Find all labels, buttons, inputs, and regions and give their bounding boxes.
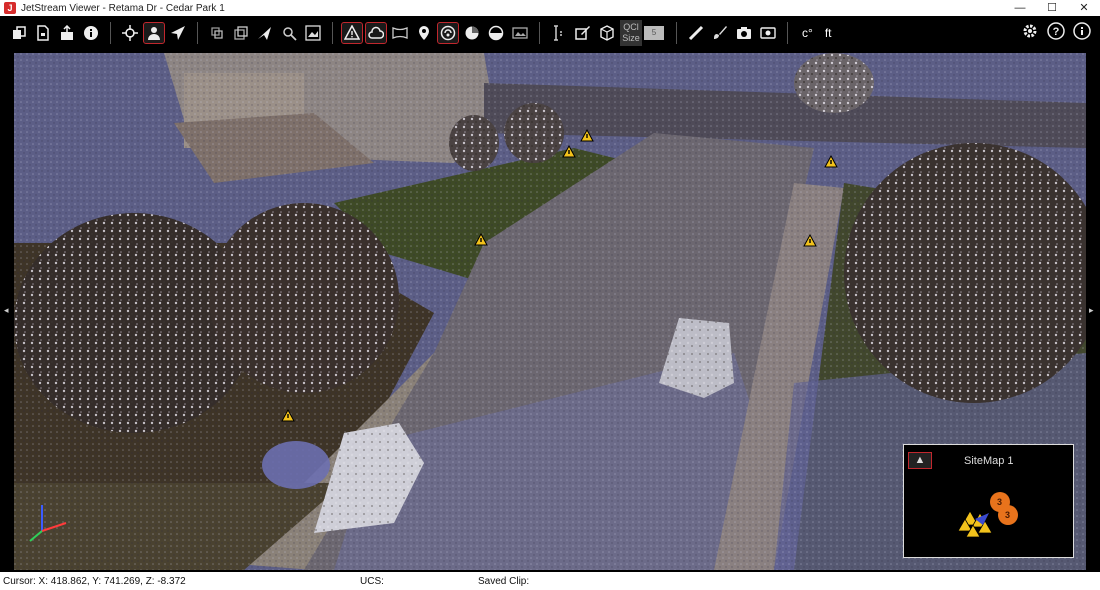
application-window: J JetStream Viewer - Retama Dr - Cedar P… xyxy=(0,0,1100,590)
toolbar-divider xyxy=(197,22,198,44)
scan-marker-icon[interactable] xyxy=(824,155,838,168)
sitemap-minimap xyxy=(957,492,1018,538)
scan-marker-icon[interactable] xyxy=(474,233,488,246)
person-view-icon[interactable] xyxy=(143,22,165,44)
cube-icon[interactable] xyxy=(596,22,618,44)
send-icon[interactable] xyxy=(167,22,189,44)
window-title: JetStream Viewer - Retama Dr - Cedar Par… xyxy=(21,2,225,14)
right-toolbar: ? xyxy=(1018,20,1096,42)
chart-icon[interactable] xyxy=(461,22,483,44)
camera-icon[interactable] xyxy=(733,22,755,44)
warning-triangle-icon[interactable] xyxy=(341,22,363,44)
cloud-icon[interactable] xyxy=(365,22,387,44)
cursor-coordinates: Cursor: X: 418.862, Y: 741.269, Z: -8.37… xyxy=(3,576,186,587)
document-icon[interactable] xyxy=(32,22,54,44)
panorama-icon[interactable] xyxy=(389,22,411,44)
scanner-icon[interactable]: ▲ xyxy=(908,452,932,469)
sitemap-panel[interactable]: ▲ SiteMap 1 3 3 xyxy=(903,444,1074,558)
saved-clip-label: Saved Clip: xyxy=(478,576,530,587)
qclip-size-label: QCl Size xyxy=(620,20,642,46)
ruler-icon[interactable] xyxy=(685,22,707,44)
toolbar-divider xyxy=(787,22,788,44)
globe-icon[interactable] xyxy=(437,22,459,44)
minimize-button[interactable]: — xyxy=(1004,0,1036,16)
sitemap-marker-count: 3 xyxy=(997,497,1003,507)
scan-marker-icon[interactable] xyxy=(803,234,817,247)
brush-icon[interactable] xyxy=(709,22,731,44)
settings-icon[interactable] xyxy=(1018,20,1042,42)
collapse-right-panel-icon[interactable]: ▸ xyxy=(1089,305,1094,316)
export-icon[interactable] xyxy=(56,22,78,44)
collapse-left-panel-icon[interactable]: ◂ xyxy=(4,305,9,316)
target-icon[interactable] xyxy=(119,22,141,44)
info-icon[interactable] xyxy=(80,22,102,44)
help-icon[interactable]: ? xyxy=(1044,20,1068,42)
svg-text:?: ? xyxy=(1053,26,1060,38)
toolbar-divider xyxy=(676,22,677,44)
qclip-size-input[interactable]: 5 xyxy=(644,26,664,40)
stack-icon[interactable] xyxy=(230,22,252,44)
layers-icon[interactable] xyxy=(206,22,228,44)
toolbar-divider xyxy=(110,22,111,44)
satellite-icon[interactable] xyxy=(254,22,276,44)
video-icon[interactable] xyxy=(757,22,779,44)
measure-height-icon[interactable] xyxy=(548,22,570,44)
ucs-label: UCS: xyxy=(360,576,384,587)
window-controls: — ☐ ✕ xyxy=(1004,0,1100,16)
length-unit-toggle[interactable]: ft xyxy=(825,26,832,40)
close-button[interactable]: ✕ xyxy=(1068,0,1100,16)
main-toolbar: QCl Size 5 c° ft ? xyxy=(0,16,1100,50)
edit-box-icon[interactable] xyxy=(572,22,594,44)
temperature-unit-toggle[interactable]: c° xyxy=(802,26,813,40)
search-icon[interactable] xyxy=(278,22,300,44)
images-icon[interactable] xyxy=(302,22,324,44)
maximize-button[interactable]: ☐ xyxy=(1036,0,1068,16)
status-bar: Cursor: X: 418.862, Y: 741.269, Z: -8.37… xyxy=(0,572,1100,590)
sitemap-title: SiteMap 1 xyxy=(964,455,1014,467)
open-icon[interactable] xyxy=(8,22,30,44)
photo-icon[interactable] xyxy=(509,22,531,44)
sitemap-marker-count: 3 xyxy=(1005,510,1011,520)
toolbar-divider xyxy=(539,22,540,44)
scan-marker-icon[interactable] xyxy=(281,409,295,422)
pin-icon[interactable] xyxy=(413,22,435,44)
app-logo-icon: J xyxy=(4,2,16,14)
title-bar: J JetStream Viewer - Retama Dr - Cedar P… xyxy=(0,0,1100,16)
toolbar-divider xyxy=(332,22,333,44)
contrast-icon[interactable] xyxy=(485,22,507,44)
about-icon[interactable] xyxy=(1070,20,1094,42)
scan-marker-icon[interactable] xyxy=(580,129,594,142)
scan-marker-icon[interactable] xyxy=(562,145,576,158)
